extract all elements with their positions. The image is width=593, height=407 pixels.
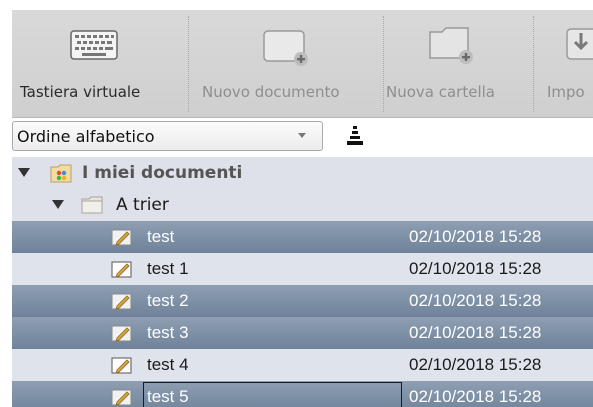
import-button[interactable]: Impo [535,10,593,117]
new-folder-button[interactable]: Nuova cartella [385,10,532,117]
document-browser: Tastiera virtuale Nuovo documento Nuova … [12,10,593,407]
toolbar-separator [383,16,384,112]
document-date: 02/10/2018 15:28 [409,291,542,310]
document-name: test 4 [147,355,189,374]
tree-folder-label: A trier [116,195,169,215]
document-date: 02/10/2018 15:28 [409,227,542,246]
expanded-triangle-icon[interactable] [52,200,64,209]
new-document-label: Nuovo documento [202,83,340,101]
document-date: 02/10/2018 15:28 [409,355,542,374]
toolbar: Tastiera virtuale Nuovo documento Nuova … [12,10,593,118]
new-folder-label: Nuova cartella [386,83,495,101]
document-icon [111,389,132,406]
sort-bar: Ordine alfabetico [12,118,593,156]
tree-root-label: I miei documenti [82,163,243,183]
document-row[interactable]: test 3 02/10/2018 15:28 [12,317,593,349]
virtual-keyboard-label: Tastiera virtuale [20,83,141,101]
document-row[interactable]: test 1 02/10/2018 15:28 [12,253,593,285]
import-label: Impo [547,83,585,101]
toolbar-separator [188,16,189,112]
document-date: 02/10/2018 15:28 [409,387,542,406]
document-name: test [147,227,175,246]
sort-order-dropdown[interactable]: Ordine alfabetico [12,121,323,151]
tree-root-row[interactable]: I miei documenti [12,157,593,189]
chevron-down-icon [298,133,306,138]
document-row[interactable]: test 2 02/10/2018 15:28 [12,285,593,317]
tree-folder-row[interactable]: A trier [12,189,593,221]
new-document-icon [263,30,308,66]
document-row[interactable]: test 02/10/2018 15:28 [12,221,593,253]
import-icon [566,28,593,60]
document-icon [111,261,132,278]
sort-order-icon[interactable] [345,125,365,147]
document-name: test 5 [147,387,189,406]
document-name: test 1 [147,259,189,278]
expanded-triangle-icon[interactable] [18,168,30,177]
document-icon [111,357,132,374]
sort-order-selected: Ordine alfabetico [17,127,155,146]
toolbar-separator [533,16,534,112]
new-folder-icon [429,27,473,64]
document-date: 02/10/2018 15:28 [409,259,542,278]
document-name: test 2 [147,291,189,310]
keyboard-icon [70,30,118,60]
document-row[interactable]: test 4 02/10/2018 15:28 [12,349,593,381]
document-icon [111,293,132,310]
document-row-focused[interactable]: test 5 02/10/2018 15:28 [12,381,593,407]
my-documents-icon [50,164,72,183]
document-icon [111,325,132,342]
document-icon [111,229,132,246]
document-date: 02/10/2018 15:28 [409,323,542,342]
new-document-button[interactable]: Nuovo documento [190,10,386,117]
virtual-keyboard-button[interactable]: Tastiera virtuale [12,10,187,117]
document-name: test 3 [147,323,189,342]
folder-icon [81,196,103,214]
